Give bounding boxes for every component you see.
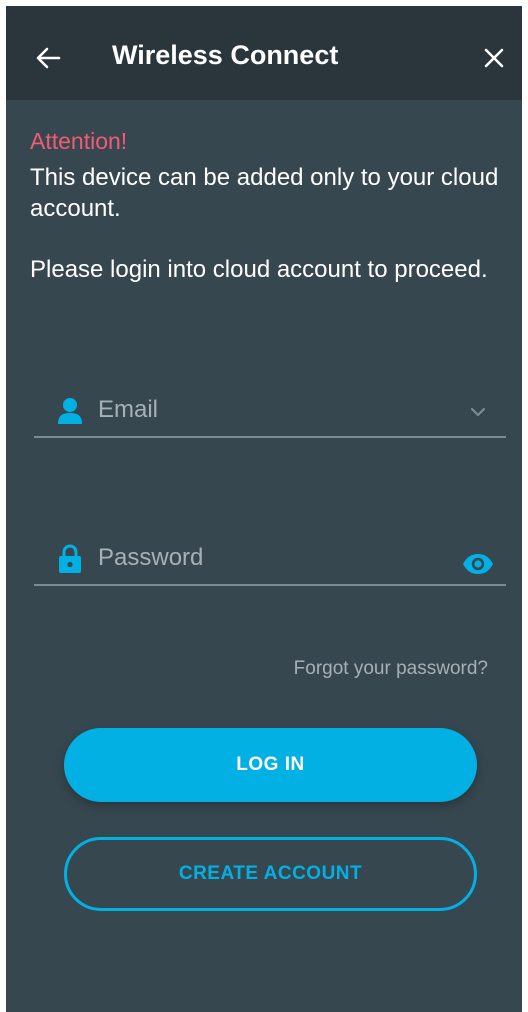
password-field [34, 534, 506, 586]
back-button[interactable] [28, 38, 68, 78]
email-field [34, 386, 506, 438]
user-icon [56, 396, 84, 426]
app-screen: Wireless Connect Attention! This device … [6, 6, 522, 1012]
arrow-left-icon [36, 47, 61, 69]
notice-message-account: This device can be added only to your cl… [30, 164, 499, 222]
lock-icon [56, 544, 84, 574]
login-button[interactable]: LOG IN [64, 728, 477, 802]
email-suggestions-toggle[interactable] [460, 394, 496, 430]
password-input[interactable] [98, 538, 428, 578]
show-password-button[interactable] [460, 546, 496, 582]
attention-label: Attention! [30, 128, 128, 154]
close-button[interactable] [474, 38, 514, 78]
page-title: Wireless Connect [112, 40, 339, 70]
email-input[interactable] [98, 390, 428, 430]
notice-message-login: Please login into cloud account to proce… [30, 256, 488, 283]
eye-icon [463, 554, 493, 574]
chevron-down-icon [470, 407, 486, 417]
forgot-password-link[interactable]: Forgot your password? [294, 658, 488, 680]
create-account-button[interactable]: CREATE ACCOUNT [64, 837, 477, 911]
close-icon [484, 48, 504, 68]
app-header: Wireless Connect [6, 6, 522, 100]
